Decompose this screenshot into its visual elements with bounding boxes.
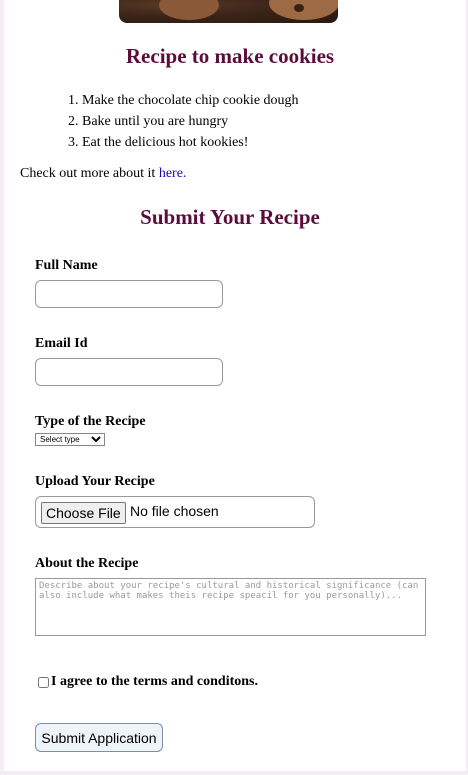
about-textarea[interactable] [35,578,426,636]
page: Recipe to make cookies Make the chocolat… [4,0,466,771]
submit-application-button[interactable]: Submit Application [35,723,163,752]
choose-file-button[interactable]: Choose File [41,502,126,524]
recipe-type-label: Type of the Recipe [35,414,146,429]
upload-label: Upload Your Recipe [35,474,155,489]
email-input[interactable] [35,358,223,386]
recipe-title: Recipe to make cookies [125,44,335,68]
recipe-step: Make the chocolate chip cookie dough [82,90,299,111]
recipe-steps: Make the chocolate chip cookie dough Bak… [38,90,299,153]
terms-checkbox[interactable] [38,676,49,688]
terms-agreement: I agree to the terms and conditons. [37,674,258,690]
about-label: About the Recipe [35,556,139,571]
file-status-text: No file chosen [130,503,219,519]
recipe-type-select[interactable]: Select type [35,433,105,446]
email-label: Email Id [35,336,88,351]
more-info-text: Check out more about it here. [20,166,186,182]
more-info-prefix: Check out more about it [20,166,159,181]
more-info-link[interactable]: here. [159,166,187,181]
terms-label: I agree to the terms and conditons. [51,674,259,689]
file-upload-field[interactable]: Choose File No file chosen [35,496,315,528]
recipe-step: Bake until you are hungry [82,111,299,132]
submit-recipe-title: Submit Your Recipe [140,205,320,229]
full-name-input[interactable] [35,280,223,308]
cookie-image [119,0,338,23]
full-name-label: Full Name [35,258,98,273]
recipe-step: Eat the delicious hot kookies! [82,132,299,153]
